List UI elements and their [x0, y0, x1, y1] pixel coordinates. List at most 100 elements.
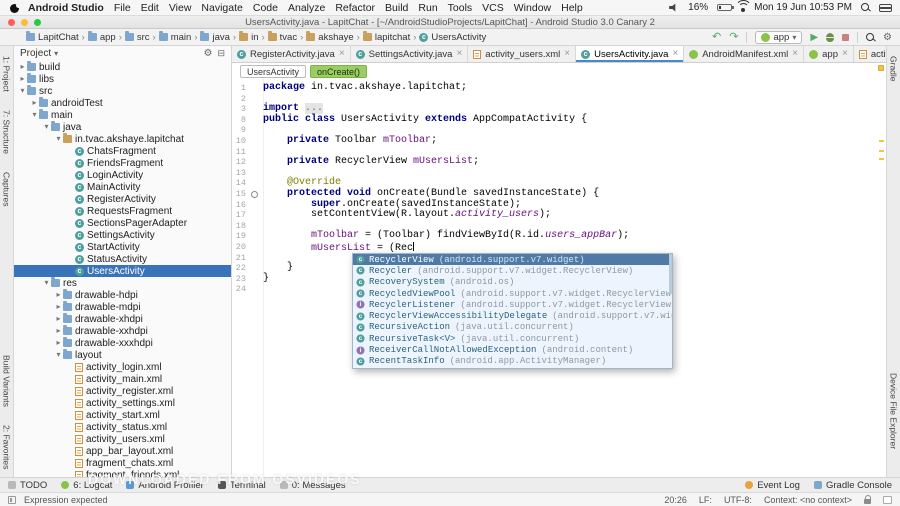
completion-item[interactable]: RecognitionListener (android.speech)	[353, 367, 672, 369]
tool-window-button[interactable]: Captures	[2, 172, 12, 207]
tree-item[interactable]: activity_register.xml	[14, 385, 231, 397]
editor-tab[interactable]: activity_users.xml	[468, 46, 577, 62]
warning-stripe-mark[interactable]	[879, 150, 884, 152]
tool-window-button[interactable]: Terminal	[217, 480, 266, 491]
tree-item[interactable]: UsersActivity	[14, 265, 231, 277]
completion-item[interactable]: RecyclerListener (android.support.v7.widg…	[353, 299, 672, 310]
back-arrow-icon[interactable]	[712, 32, 721, 43]
tree-item[interactable]: activity_settings.xml	[14, 397, 231, 409]
tree-item[interactable]: src	[14, 85, 231, 97]
context-indicator[interactable]: Context: <no context>	[764, 495, 852, 505]
collapse-arrow-icon[interactable]	[54, 349, 63, 361]
menubar-item[interactable]: Code	[248, 2, 283, 14]
breadcrumb-item[interactable]: LapitChat	[26, 31, 79, 43]
project-panel-title[interactable]: Project	[20, 48, 51, 59]
warning-stripe-mark[interactable]	[879, 158, 884, 160]
tool-window-button[interactable]: 1: Project	[2, 56, 12, 92]
tree-item[interactable]: StartActivity	[14, 241, 231, 253]
breadcrumb-item[interactable]: UsersActivity	[419, 32, 486, 43]
menubar-item[interactable]: Window	[509, 2, 556, 14]
caret-position[interactable]: 20:26	[664, 495, 687, 505]
warning-stripe-mark[interactable]	[879, 140, 884, 142]
expand-arrow-icon[interactable]	[54, 289, 63, 301]
tree-item[interactable]: in.tvac.akshaye.lapitchat	[14, 133, 231, 145]
highlighting-level-icon[interactable]	[883, 495, 892, 504]
tree-item[interactable]: StatusActivity	[14, 253, 231, 265]
menubar-item[interactable]: Navigate	[196, 2, 247, 14]
menubar-item[interactable]: File	[109, 2, 136, 14]
tree-item[interactable]: drawable-xxxhdpi	[14, 337, 231, 349]
menubar-item[interactable]: Run	[413, 2, 442, 14]
collapse-arrow-icon[interactable]	[42, 121, 51, 133]
tool-window-button[interactable]: Event Log	[745, 480, 800, 491]
menubar-item[interactable]: Edit	[136, 2, 164, 14]
tree-item[interactable]: app_bar_layout.xml	[14, 445, 231, 457]
editor-tab[interactable]: SettingsActivity.java	[351, 46, 469, 62]
close-icon[interactable]	[339, 49, 345, 59]
close-window-button[interactable]	[8, 19, 15, 26]
menubar-item[interactable]: Build	[380, 2, 413, 14]
tree-item[interactable]: layout	[14, 349, 231, 361]
tree-item[interactable]: RegisterActivity	[14, 193, 231, 205]
tree-item[interactable]: MainActivity	[14, 181, 231, 193]
menubar-item[interactable]: Help	[556, 2, 588, 14]
breadcrumb-class-chip[interactable]: UsersActivity	[240, 65, 307, 78]
tree-item[interactable]: FriendsFragment	[14, 157, 231, 169]
stop-button[interactable]	[842, 33, 850, 41]
tree-item[interactable]: SectionsPagerAdapter	[14, 217, 231, 229]
tree-item[interactable]: RequestsFragment	[14, 205, 231, 217]
zoom-window-button[interactable]	[34, 19, 41, 26]
editor-tab[interactable]: app	[804, 46, 854, 62]
menubar-item[interactable]: View	[164, 2, 197, 14]
completion-item[interactable]: RecycledViewPool (android.support.v7.widg…	[353, 288, 672, 299]
tree-item[interactable]: drawable-xxhdpi	[14, 325, 231, 337]
collapse-arrow-icon[interactable]	[30, 109, 39, 121]
expand-arrow-icon[interactable]	[54, 337, 63, 349]
expand-arrow-icon[interactable]	[54, 325, 63, 337]
tree-item[interactable]: SettingsActivity	[14, 229, 231, 241]
tool-window-button[interactable]: Build Variants	[2, 355, 12, 407]
wifi-icon[interactable]	[741, 7, 746, 12]
breadcrumb-item[interactable]: java	[200, 31, 230, 43]
expand-arrow-icon[interactable]	[18, 73, 27, 85]
line-separator-indicator[interactable]: LF:	[699, 495, 712, 505]
tool-window-button[interactable]: Gradle	[889, 56, 899, 82]
tool-window-button[interactable]: Gradle Console	[813, 480, 892, 491]
tool-window-button[interactable]: 2: Favorites	[2, 425, 12, 469]
tree-item[interactable]: activity_login.xml	[14, 361, 231, 373]
breadcrumb-item[interactable]: lapitchat	[362, 31, 410, 43]
completion-item[interactable]: RecyclerViewAccessibilityDelegate (androi…	[353, 310, 672, 321]
tool-window-button[interactable]: 7: Structure	[2, 110, 12, 154]
tree-item[interactable]: activity_users.xml	[14, 433, 231, 445]
editor-tab[interactable]: UsersActivity.java	[576, 46, 685, 62]
tool-window-button[interactable]: Android Profiler	[126, 480, 204, 491]
spotlight-icon[interactable]	[861, 3, 870, 12]
menubar-item[interactable]: Tools	[443, 2, 478, 14]
menubar-item[interactable]: Android Studio	[23, 2, 109, 14]
completion-item[interactable]: RecoverySystem (android.os)	[353, 277, 672, 288]
completion-item[interactable]: RecentTaskInfo (android.app.ActivityManag…	[353, 356, 672, 367]
menubar-item[interactable]: Refactor	[330, 2, 380, 14]
apple-logo-icon[interactable]	[10, 2, 21, 13]
lock-icon[interactable]	[864, 494, 871, 504]
tree-item[interactable]: LoginActivity	[14, 169, 231, 181]
completion-item[interactable]: RecursiveTask<V> (java.util.concurrent)	[353, 333, 672, 344]
collapse-arrow-icon[interactable]	[18, 85, 27, 97]
run-button[interactable]	[810, 32, 818, 43]
minimize-window-button[interactable]	[21, 19, 28, 26]
menubar-item[interactable]: Analyze	[283, 2, 330, 14]
editor-tab[interactable]: RegisterActivity.java	[232, 46, 351, 62]
close-icon[interactable]	[792, 49, 798, 59]
tree-item[interactable]: main	[14, 109, 231, 121]
completion-item[interactable]: ReceiverCallNotAllowedException (android.…	[353, 344, 672, 355]
tool-window-button[interactable]: TODO	[8, 480, 47, 491]
encoding-indicator[interactable]: UTF-8:	[724, 495, 752, 505]
tool-window-button[interactable]: 6: Logcat	[61, 480, 112, 491]
tree-item[interactable]: drawable-mdpi	[14, 301, 231, 313]
collapse-all-icon[interactable]	[217, 48, 225, 59]
expand-arrow-icon[interactable]	[54, 301, 63, 313]
debug-button[interactable]	[826, 32, 835, 42]
tree-item[interactable]: fragment_friends.xml	[14, 469, 231, 477]
editor-tab[interactable]: AndroidManifest.xml	[684, 46, 805, 62]
tool-window-button[interactable]: Device File Explorer	[889, 373, 899, 449]
